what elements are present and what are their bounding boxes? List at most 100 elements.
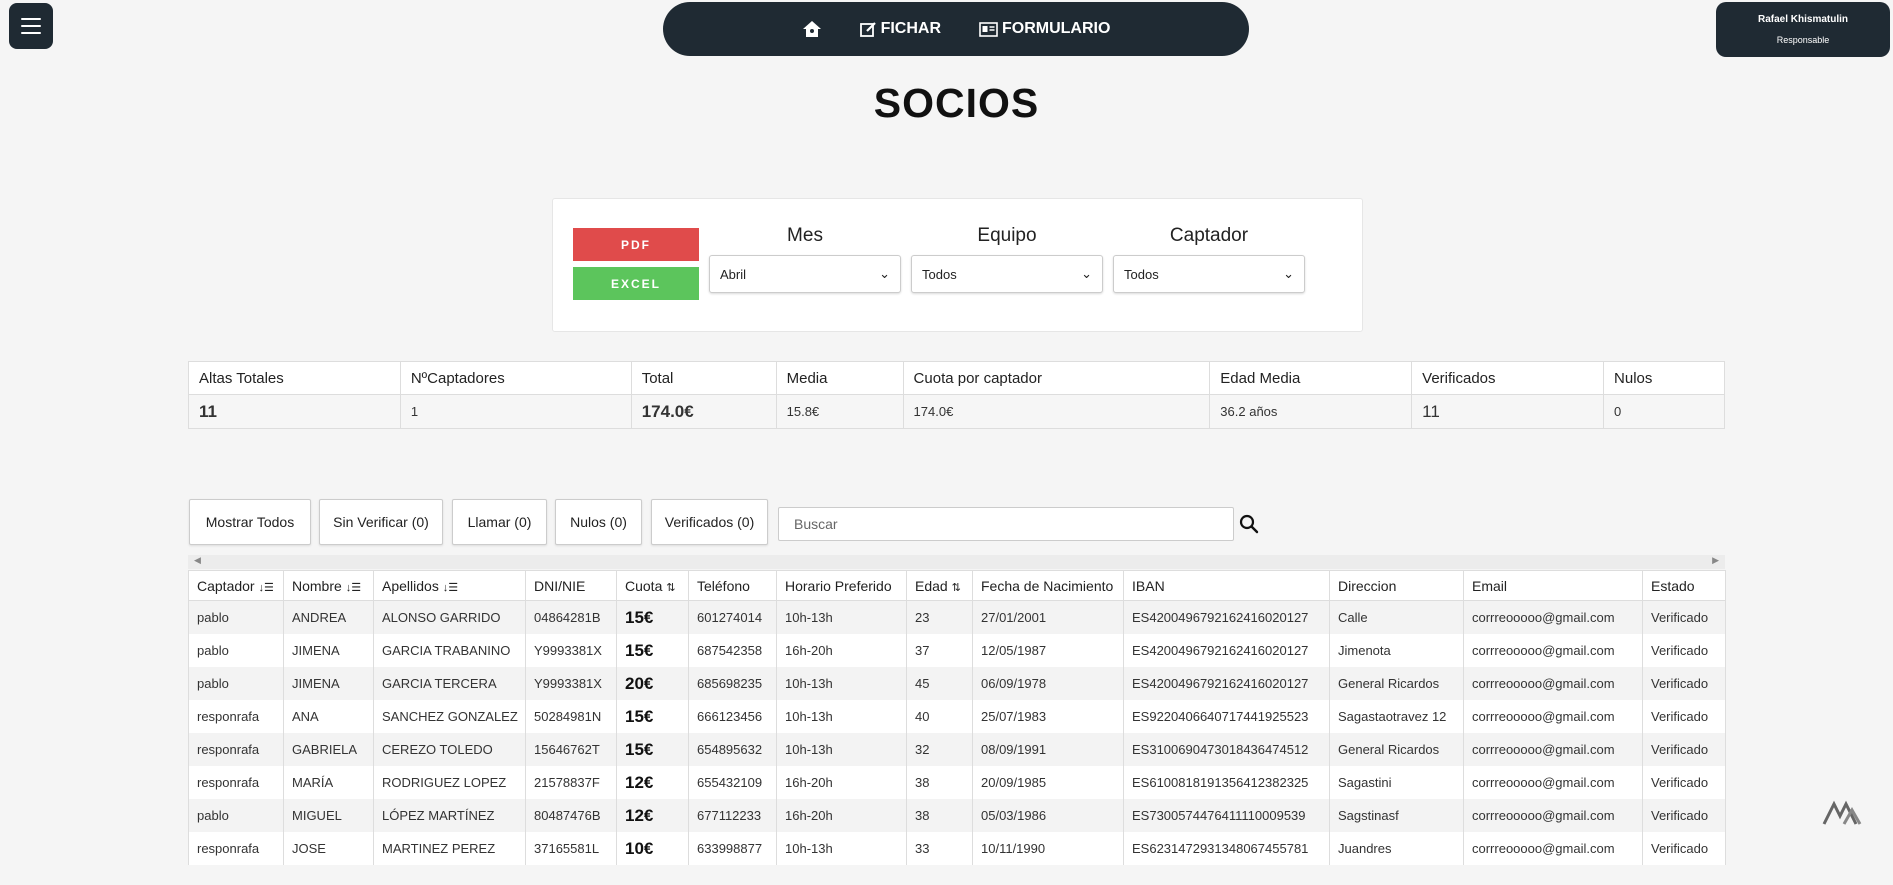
captador-select[interactable]: Todos ⌄ xyxy=(1113,255,1305,293)
menu-button[interactable] xyxy=(9,3,53,49)
filter-captador-label: Captador xyxy=(1169,225,1249,246)
table-row[interactable]: pablo ANDREA ALONSO GARRIDO 04864281B 15€ 601… xyxy=(188,600,1726,634)
table-cell: 32 xyxy=(906,733,973,766)
nav-fichar[interactable]: FICHAR xyxy=(859,20,941,38)
table-row[interactable]: responrafa ANA SANCHEZ GONZALEZ 50284981N 15… xyxy=(188,700,1726,733)
user-profile[interactable]: Rafael Khismatulin Responsable xyxy=(1716,2,1890,57)
filter-mes: Mes Abril ⌄ xyxy=(709,225,901,293)
mes-select[interactable]: Abril ⌄ xyxy=(709,255,901,293)
socios-table: Captador ↓☰ Nombre ↓☰ Apellidos ↓☰ DNI/N… xyxy=(188,570,1726,865)
stats-media: 15.8€ xyxy=(775,394,904,429)
llamar-button[interactable]: Llamar (0) xyxy=(452,499,547,545)
sin-verificar-button[interactable]: Sin Verificar (0) xyxy=(319,499,443,545)
table-cell: 10h-13h xyxy=(776,667,907,700)
filter-equipo-label: Equipo xyxy=(977,225,1037,246)
table-row[interactable]: responrafa GABRIELA CEREZO TOLEDO 15646762T… xyxy=(188,733,1726,766)
col-captador[interactable]: Captador ↓☰ xyxy=(188,570,284,601)
table-cell: responrafa xyxy=(188,700,284,733)
table-cell: 16h-20h xyxy=(776,766,907,799)
col-nombre[interactable]: Nombre ↓☰ xyxy=(283,570,374,601)
table-cell: Y9993381X xyxy=(525,667,617,700)
table-cell: corrreooooo@gmail.com xyxy=(1463,667,1643,700)
table-cell: GABRIELA xyxy=(283,733,374,766)
id-card-icon xyxy=(979,21,998,37)
table-cell: General Ricardos xyxy=(1329,733,1464,766)
stats-header: Nulos xyxy=(1603,361,1725,395)
scroll-left-icon[interactable]: ◀ xyxy=(194,555,201,566)
table-cell: Verificado xyxy=(1642,634,1726,667)
col-edad[interactable]: Edad ⇅ xyxy=(906,570,973,601)
col-cuota[interactable]: Cuota ⇅ xyxy=(616,570,689,601)
table-row[interactable]: responrafa MARÍA RODRIGUEZ LOPEZ 21578837F 1… xyxy=(188,766,1726,799)
table-cell: ES3100690473018436474512 xyxy=(1123,733,1330,766)
table-cell: LÓPEZ MARTÍNEZ xyxy=(373,799,526,832)
table-cell: responrafa xyxy=(188,832,284,865)
table-cell: Verificado xyxy=(1642,766,1726,799)
table-cell: 05/03/1986 xyxy=(972,799,1124,832)
table-cell: 23 xyxy=(906,600,973,634)
table-cell: 25/07/1983 xyxy=(972,700,1124,733)
table-cell: Verificado xyxy=(1642,667,1726,700)
table-cell: GARCIA TERCERA xyxy=(373,667,526,700)
table-cell: ALONSO GARRIDO xyxy=(373,600,526,634)
table-cell: 06/09/1978 xyxy=(972,667,1124,700)
table-cell: 33 xyxy=(906,832,973,865)
nav-fichar-label: FICHAR xyxy=(880,20,941,37)
col-telefono: Teléfono xyxy=(688,570,777,601)
stats-verificados: 11 xyxy=(1411,394,1605,429)
table-cell: CEREZO TOLEDO xyxy=(373,733,526,766)
table-row[interactable]: pablo MIGUEL LÓPEZ MARTÍNEZ 80487476B 12€ 677… xyxy=(188,799,1726,832)
pdf-export-button[interactable]: PDF xyxy=(573,228,699,261)
stats-value-row: 11 1 174.0€ 15.8€ 174.0€ 36.2 años 11 0 xyxy=(188,394,1725,429)
verificados-button[interactable]: Verificados (0) xyxy=(651,499,768,545)
table-cell: ES7300574476411110009539 xyxy=(1123,799,1330,832)
table-cell: ES9220406640717441925523 xyxy=(1123,700,1330,733)
table-cell: Calle xyxy=(1329,600,1464,634)
table-cell: Verificado xyxy=(1642,600,1726,634)
filter-equipo: Equipo Todos ⌄ xyxy=(911,225,1103,293)
table-cell: 16h-20h xyxy=(776,634,907,667)
equipo-select[interactable]: Todos ⌄ xyxy=(911,255,1103,293)
table-cell: 04864281B xyxy=(525,600,617,634)
chevron-down-icon: ⌄ xyxy=(1081,266,1092,281)
nav-formulario[interactable]: FORMULARIO xyxy=(979,20,1110,38)
table-cell: 10h-13h xyxy=(776,600,907,634)
sort-icon: ↓☰ xyxy=(345,581,362,594)
stats-header: Edad Media xyxy=(1209,361,1413,395)
nav-home[interactable] xyxy=(802,20,822,38)
show-all-button[interactable]: Mostrar Todos xyxy=(189,499,311,545)
horizontal-scrollbar[interactable]: ◀ ▶ xyxy=(188,555,1725,569)
table-cell: Sagastaotravez 12 xyxy=(1329,700,1464,733)
search-icon[interactable] xyxy=(1238,513,1260,535)
table-cell: 10h-13h xyxy=(776,700,907,733)
table-row[interactable]: pablo JIMENA GARCIA TERCERA Y9993381X 20€ 685… xyxy=(188,667,1726,700)
stats-table: Altas Totales NºCaptadores Total Media C… xyxy=(188,361,1725,429)
table-row[interactable]: responrafa JOSE MARTINEZ PEREZ 37165581L 10€… xyxy=(188,832,1726,865)
search-input[interactable]: Buscar xyxy=(778,507,1234,541)
table-cell: 10h-13h xyxy=(776,832,907,865)
table-cell: 677112233 xyxy=(688,799,777,832)
col-estado: Estado xyxy=(1642,570,1726,601)
table-cell: JOSE xyxy=(283,832,374,865)
table-cell: responrafa xyxy=(188,766,284,799)
nulos-button[interactable]: Nulos (0) xyxy=(555,499,642,545)
table-cell: 20/09/1985 xyxy=(972,766,1124,799)
table-cell: Verificado xyxy=(1642,799,1726,832)
stats-cuota-captador: 174.0€ xyxy=(902,394,1211,429)
scroll-right-icon[interactable]: ▶ xyxy=(1712,555,1719,566)
table-cell: corrreooooo@gmail.com xyxy=(1463,634,1643,667)
col-apellidos[interactable]: Apellidos ↓☰ xyxy=(373,570,526,601)
col-fecha-nacimiento: Fecha de Nacimiento xyxy=(972,570,1124,601)
excel-export-button[interactable]: EXCEL xyxy=(573,267,699,300)
col-dni: DNI/NIE xyxy=(525,570,617,601)
stats-total: 174.0€ xyxy=(630,394,777,429)
equipo-select-value: Todos xyxy=(922,266,957,282)
user-role: Responsable xyxy=(1776,35,1830,45)
table-row[interactable]: pablo JIMENA GARCIA TRABANINO Y9993381X 15€ 6… xyxy=(188,634,1726,667)
table-cell: 21578837F xyxy=(525,766,617,799)
stats-header: Cuota por captador xyxy=(902,361,1211,395)
stats-header: Altas Totales xyxy=(188,361,401,395)
table-cell: 37 xyxy=(906,634,973,667)
table-cell: 20€ xyxy=(616,667,689,700)
table-cell: 15646762T xyxy=(525,733,617,766)
